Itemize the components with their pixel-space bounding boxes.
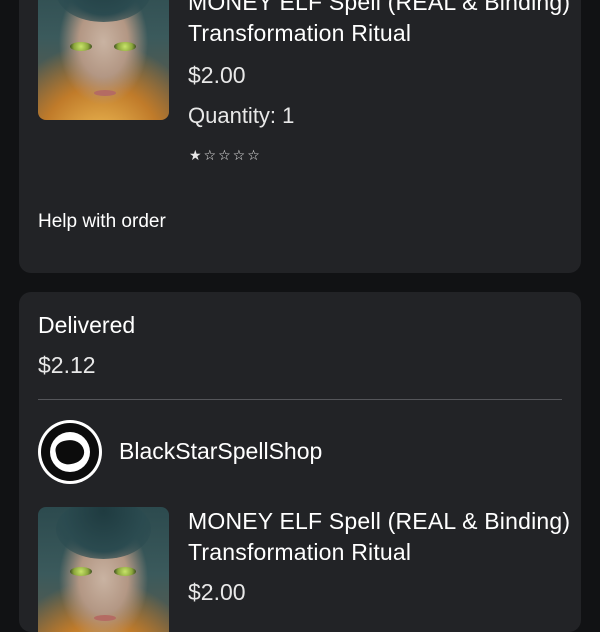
product-price: $2.00	[188, 579, 246, 605]
order-card-2: Delivered $2.12 BlackStarSpellShop MONEY…	[19, 292, 581, 632]
shop-logo[interactable]	[38, 420, 102, 484]
product-quantity: Quantity: 1	[188, 103, 295, 128]
product-price: $2.00	[188, 62, 246, 88]
help-with-order-link[interactable]: Help with order	[38, 211, 166, 233]
rating-stars[interactable]: ★☆☆☆☆	[189, 147, 262, 164]
product-image[interactable]	[38, 0, 169, 120]
order-card-1: MONEY ELF Spell (REAL & Binding) Transfo…	[19, 0, 581, 273]
product-title[interactable]: MONEY ELF Spell (REAL & Binding) Transfo…	[188, 0, 578, 49]
order-total: $2.12	[38, 352, 96, 378]
shop-name[interactable]: BlackStarSpellShop	[119, 438, 322, 465]
divider	[38, 399, 562, 400]
product-image[interactable]	[38, 507, 169, 632]
product-title[interactable]: MONEY ELF Spell (REAL & Binding) Transfo…	[188, 506, 578, 568]
order-status: Delivered	[38, 312, 136, 338]
